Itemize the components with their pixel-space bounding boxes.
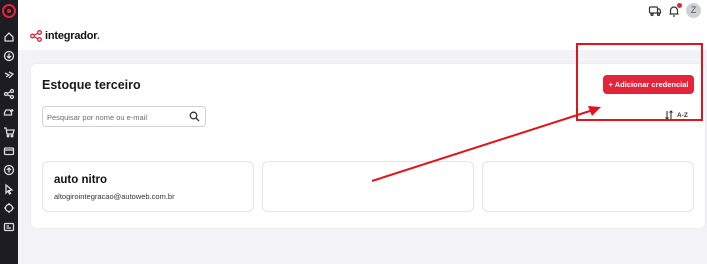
search-input[interactable] — [47, 110, 185, 124]
share-icon[interactable] — [3, 88, 15, 100]
search-box — [42, 106, 206, 127]
annotation-highlight-box — [576, 43, 703, 121]
bolt-icon[interactable] — [3, 69, 15, 81]
upload-circle-icon[interactable] — [3, 164, 15, 176]
credential-card-empty[interactable] — [482, 161, 694, 212]
truck-icon[interactable] — [648, 4, 662, 18]
page-title: Estoque terceiro — [42, 78, 141, 92]
car-add-icon[interactable] — [3, 107, 15, 119]
avatar[interactable]: Z — [686, 3, 701, 18]
download-icon[interactable] — [3, 50, 15, 62]
brand-name: integrador. — [45, 30, 100, 42]
card-name: auto nitro — [54, 174, 108, 186]
card-email: altogirointegracao@autoweb.com.br — [54, 192, 175, 201]
top-bar — [18, 0, 707, 22]
wallet-icon[interactable] — [3, 145, 15, 157]
app-logo-icon[interactable] — [2, 4, 16, 18]
search-icon[interactable] — [189, 111, 200, 122]
brand[interactable]: integrador. — [30, 28, 100, 44]
credential-card-empty[interactable] — [262, 161, 474, 212]
home-icon[interactable] — [3, 31, 15, 43]
cart-icon[interactable] — [3, 126, 15, 138]
pointer-icon[interactable] — [3, 183, 15, 195]
notification-badge — [677, 3, 682, 8]
crosshair-icon[interactable] — [3, 202, 15, 214]
id-card-icon[interactable] — [3, 221, 15, 233]
credential-card[interactable]: auto nitro altogirointegracao@autoweb.co… — [42, 161, 254, 212]
sidebar — [0, 0, 18, 264]
bell-icon[interactable] — [667, 3, 682, 18]
integrador-logo-icon — [30, 30, 42, 42]
